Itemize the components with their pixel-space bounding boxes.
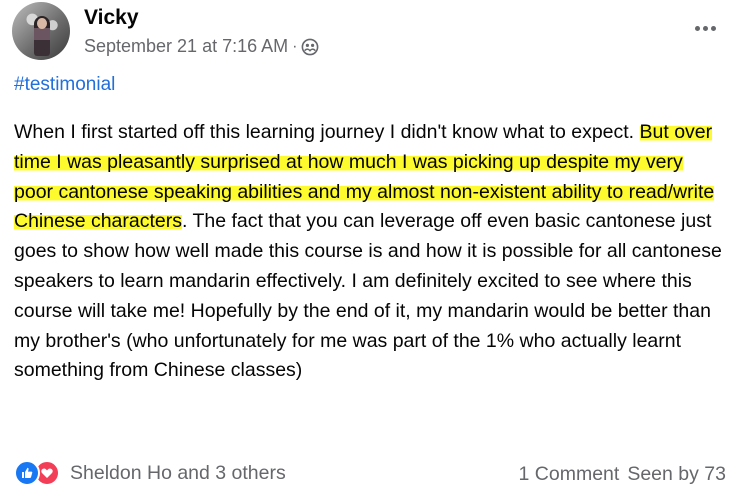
post-timestamp[interactable]: September 21 at 7:16 AM <box>84 36 288 57</box>
meta-separator: · <box>292 37 298 55</box>
facebook-post: Vicky September 21 at 7:16 AM · #testimo… <box>0 0 737 500</box>
hashtag-link[interactable]: #testimonial <box>14 74 115 96</box>
post-stats: 1 Comment Seen by 73 <box>519 460 726 488</box>
comments-count[interactable]: 1 Comment <box>519 460 620 488</box>
like-icon <box>14 460 40 486</box>
post-meta: September 21 at 7:16 AM · <box>84 36 319 57</box>
reactions-summary[interactable]: Sheldon Ho and 3 others <box>14 460 286 486</box>
reactors-text[interactable]: Sheldon Ho and 3 others <box>70 462 286 485</box>
avatar[interactable] <box>12 2 70 60</box>
post-header: Vicky September 21 at 7:16 AM · <box>10 2 727 64</box>
post-body: When I first started off this learning j… <box>14 118 726 386</box>
seen-count[interactable]: Seen by 73 <box>627 460 726 488</box>
post-body-text: When I first started off this learning j… <box>14 121 640 143</box>
post-footer: Sheldon Ho and 3 others 1 Comment Seen b… <box>14 460 726 490</box>
post-body-text-continued: . The fact that you can leverage off eve… <box>14 210 722 382</box>
more-options-icon <box>694 25 700 31</box>
friends-icon[interactable] <box>301 38 319 56</box>
more-options-button[interactable] <box>687 16 723 40</box>
author-name[interactable]: Vicky <box>84 6 139 30</box>
